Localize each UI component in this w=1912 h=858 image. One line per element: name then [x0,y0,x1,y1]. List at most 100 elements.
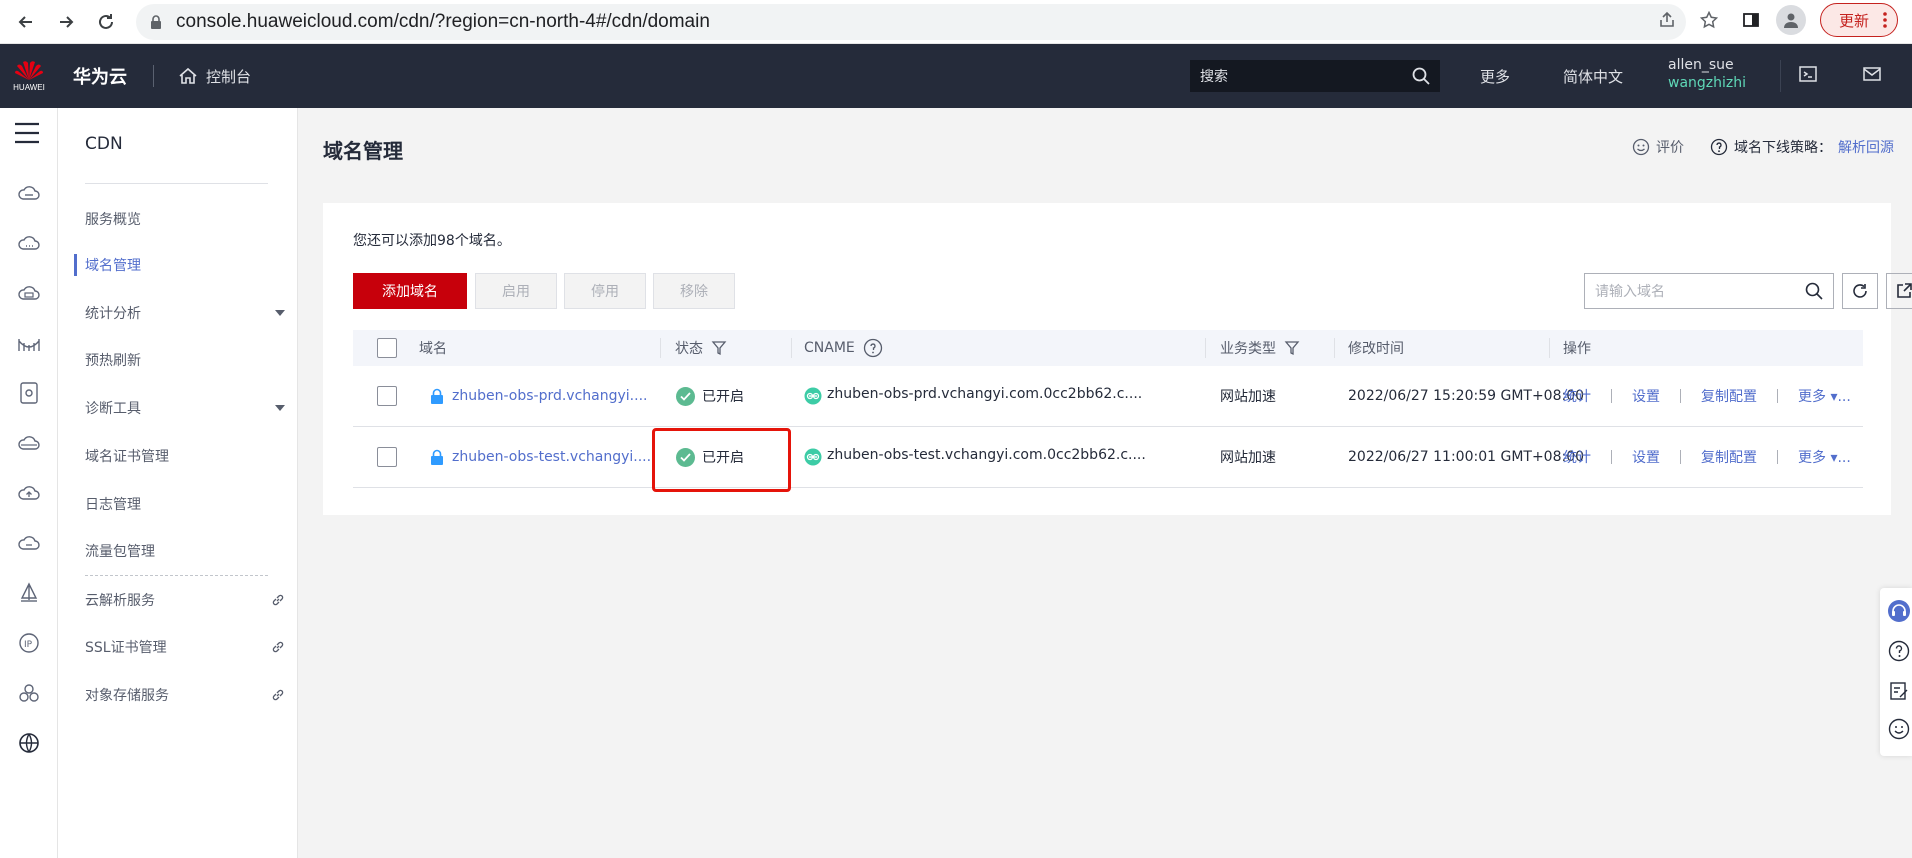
sidebar-item-statistics[interactable]: 统计分析 [85,299,285,327]
header-search-input[interactable]: 搜索 [1190,60,1440,92]
modified-time: 2022/06/27 15:20:59 GMT+08:00 [1348,366,1584,426]
brand[interactable]: HUAWEI 华为云 [10,60,127,92]
action-separator [1611,389,1612,403]
refresh-button[interactable] [1842,273,1878,309]
more-label: 更多 [1798,389,1826,405]
rail-storage-button[interactable] [16,280,42,306]
copy-config-link[interactable]: 复制配置 [1701,447,1757,467]
rail-global-button[interactable] [16,730,42,756]
sidebar-item-label: 统计分析 [85,306,141,322]
sidebar-item-traffic-packages[interactable]: 流量包管理 [85,537,285,565]
update-button[interactable]: 更新 [1819,3,1898,37]
more-actions-link[interactable]: 更多 ▾... [1798,447,1851,467]
more-actions-link[interactable]: 更多 ▾... [1798,386,1851,406]
column-label: 状态 [675,341,703,357]
stats-link[interactable]: 统计 [1563,386,1591,406]
sidebar-item-label: 对象存储服务 [85,688,169,704]
back-button[interactable] [6,2,46,42]
filter-icon[interactable] [1284,340,1300,356]
sidebar-item-overview[interactable]: 服务概览 [85,205,285,233]
stats-link[interactable]: 统计 [1563,447,1591,467]
customer-service-button[interactable] [1886,598,1912,624]
rail-network-button[interactable] [16,330,42,356]
share-button[interactable] [1650,3,1684,37]
column-label: 域名 [419,341,447,357]
rail-security-button[interactable] [16,430,42,456]
rail-cdn-button[interactable] [16,480,42,506]
cname-link-icon [804,387,822,405]
sidebar-item-domain-management[interactable]: 域名管理 [85,251,285,279]
hamburger-menu-icon [14,122,40,144]
profile-button[interactable] [1775,5,1806,35]
help-icon[interactable] [863,338,883,358]
sidebar-item-object-storage[interactable]: 对象存储服务 [85,681,285,709]
message-button[interactable] [1862,64,1882,84]
sidebar-item-label: 服务概览 [85,212,141,228]
cluster-icon [18,682,40,704]
filter-icon[interactable] [711,340,727,356]
reload-button[interactable] [86,2,126,42]
select-all-checkbox[interactable] [377,338,397,358]
cloud-sync-icon [17,533,41,553]
sidebar-item-certificates[interactable]: 域名证书管理 [85,442,285,470]
domain-link[interactable]: zhuben-obs-prd.vchangyi.... [452,388,647,404]
help-button[interactable] [1886,638,1912,664]
refresh-icon [1851,282,1869,300]
sidebar-item-diagnostics[interactable]: 诊断工具 [85,394,285,422]
sidebar-item-ssl-certificates[interactable]: SSL证书管理 [85,633,285,661]
service-list-button[interactable] [14,122,40,144]
row-actions: 统计 设置 复制配置 更多 ▾... [1563,366,1851,426]
remove-button[interactable]: 移除 [653,273,735,309]
satisfaction-button[interactable] [1886,716,1912,742]
domain-search-input[interactable]: 请输入域名 [1584,273,1834,309]
business-type: 网站加速 [1220,366,1276,426]
browser-toolbar: console.huaweicloud.com/cdn/?region=cn-n… [0,0,1912,44]
rail-eip-button[interactable]: IP [16,630,42,656]
enable-button[interactable]: 启用 [475,273,557,309]
export-button[interactable] [1886,273,1912,309]
console-link[interactable]: 控制台 [178,66,251,87]
sidebar-item-logs[interactable]: 日志管理 [85,490,285,518]
row-checkbox[interactable] [377,386,397,406]
settings-link[interactable]: 设置 [1632,447,1660,467]
sidebar-item-label: 诊断工具 [85,401,141,417]
rail-cloud-sync-button[interactable] [16,530,42,556]
question-circle-icon [1710,138,1728,156]
feedback-button[interactable] [1886,678,1912,704]
column-separator [1334,338,1335,358]
side-panel-button[interactable] [1734,3,1768,37]
sidebar-item-prefetch-refresh[interactable]: 预热刷新 [85,346,285,374]
domain-link[interactable]: zhuben-obs-test.vchangyi.... [452,449,651,465]
rail-ecs-button[interactable] [16,180,42,206]
smile-icon[interactable] [1632,138,1650,156]
caret-down-icon [275,405,285,411]
huawei-logo: HUAWEI [10,60,48,92]
user-menu[interactable]: allen_sue wangzhizhi [1668,56,1746,92]
row-checkbox[interactable] [377,447,397,467]
search-icon [1805,282,1823,300]
external-link-icon [271,688,285,702]
disable-button[interactable]: 停用 [564,273,646,309]
policy-link[interactable]: 解析回源 [1838,137,1894,157]
rate-link[interactable]: 评价 [1656,137,1684,157]
table-row: zhuben-obs-test.vchangyi.... 已开启 zhuben-… [353,427,1863,488]
rail-database-button[interactable] [16,380,42,406]
sidebar-item-dns-service[interactable]: 云解析服务 [85,586,285,614]
language-switch[interactable]: 简体中文 [1563,66,1623,87]
forward-button[interactable] [46,2,86,42]
globe-icon [18,732,40,754]
side-nav-dashed-divider [85,575,268,576]
arrow-right-icon [56,12,76,32]
rail-delivery-button[interactable] [16,580,42,606]
cloud-upload-icon [17,483,41,503]
address-bar[interactable]: console.huaweicloud.com/cdn/?region=cn-n… [136,4,1686,40]
cloud-shell-button[interactable] [1798,64,1818,84]
header-more-link[interactable]: 更多 [1480,66,1510,87]
copy-config-link[interactable]: 复制配置 [1701,386,1757,406]
settings-link[interactable]: 设置 [1632,386,1660,406]
rail-cluster-button[interactable] [16,680,42,706]
bookmark-button[interactable] [1692,3,1726,37]
rail-cloud-button[interactable] [16,230,42,256]
add-domain-button[interactable]: 添加域名 [353,273,467,309]
status-text: 已开启 [702,389,744,405]
